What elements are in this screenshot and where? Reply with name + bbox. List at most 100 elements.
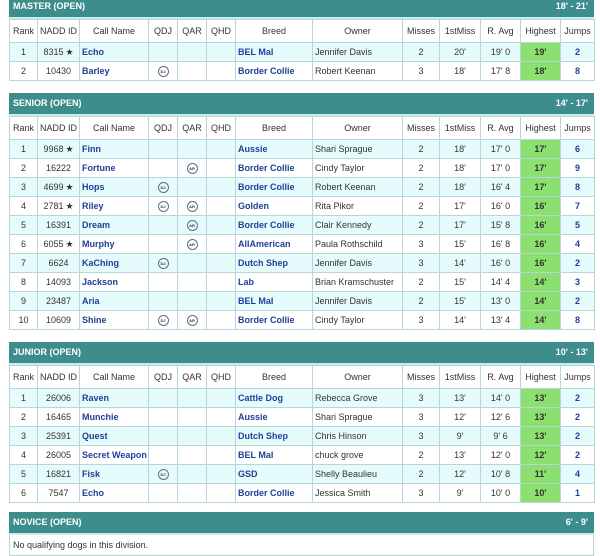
call-name-link[interactable]: Barley	[82, 66, 110, 76]
call-name-link[interactable]: Munchie	[82, 412, 119, 422]
section-range: 6' - 9'	[565, 517, 588, 527]
cell-id: 10430	[37, 61, 80, 81]
cell-qar: AR	[177, 158, 207, 178]
table-row: 9 23487 Aria BEL Mal Jennifer Davis 2 15' 13' 0…	[9, 291, 595, 311]
call-name-link[interactable]: Murphy	[82, 239, 115, 249]
qdj-badge-icon: DJ	[157, 200, 169, 212]
table-body: 1 8315 ★ Echo BEL Mal Jennifer Davis 2 20' 19' 0…	[9, 42, 595, 81]
cell-avg: 15' 8	[480, 215, 521, 235]
cell-id: 16391	[37, 215, 80, 235]
nadd-id: 4699	[43, 181, 64, 192]
cell-name: Riley	[79, 196, 149, 216]
cell-qar: AR	[177, 234, 207, 254]
cell-qar	[177, 483, 207, 503]
cell-name: Quest	[79, 426, 149, 446]
call-name-link[interactable]: KaChing	[82, 258, 119, 268]
cell-qar	[177, 177, 207, 197]
call-name-link[interactable]: Dream	[82, 220, 110, 230]
cell-avg: 16' 0	[480, 196, 521, 216]
column-header: 1stMiss	[439, 19, 481, 43]
call-name-link[interactable]: Shine	[82, 315, 107, 325]
call-name-link[interactable]: Secret Weapon	[82, 450, 147, 460]
cell-jumps: 5	[560, 215, 595, 235]
column-header: Highest	[520, 19, 561, 43]
header-row: Rank NADD ID Call Name QDJ QAR QHD Breed Owner M…	[9, 365, 595, 389]
table-row: 3 4699 ★ Hops DJ Border Collie Robert Keenan 2 1…	[9, 177, 595, 197]
cell-qhd	[206, 253, 236, 273]
call-name-link[interactable]: Fortune	[82, 163, 116, 173]
cell-first: 20'	[439, 42, 481, 62]
cell-qar: AR	[177, 196, 207, 216]
cell-high: 16'	[520, 196, 561, 216]
cell-misses: 2	[402, 464, 440, 484]
cell-jumps: 4	[560, 234, 595, 254]
cell-avg: 16' 0	[480, 253, 521, 273]
cell-misses: 3	[402, 310, 440, 330]
column-header: Owner	[312, 19, 403, 43]
column-header: NADD ID	[37, 19, 80, 43]
cell-rank: 1	[9, 139, 38, 159]
section-range: 14' - 17'	[555, 98, 588, 108]
cell-qhd	[206, 196, 236, 216]
column-header: QDJ	[148, 365, 178, 389]
results-table: Rank NADD ID Call Name QDJ QAR QHD Breed Owner M…	[9, 365, 595, 503]
column-header: QAR	[177, 19, 207, 43]
column-header: Jumps	[560, 365, 595, 389]
nadd-id: 7547	[48, 488, 69, 498]
cell-first: 18'	[439, 139, 481, 159]
call-name-link[interactable]: Hops	[82, 182, 105, 192]
call-name-link[interactable]: Fisk	[82, 469, 100, 479]
cell-name: Murphy	[79, 234, 149, 254]
column-header: Jumps	[560, 19, 595, 43]
qdj-badge-icon: DJ	[157, 181, 169, 193]
cell-qhd	[206, 177, 236, 197]
table-header: Rank NADD ID Call Name QDJ QAR QHD Breed Owner M…	[9, 116, 595, 140]
table-row: 1 26006 Raven Cattle Dog Rebecca Grove 3 13' 14…	[9, 388, 595, 408]
cell-qdj: DJ	[148, 464, 178, 484]
call-name-link[interactable]: Jackson	[82, 277, 118, 287]
column-header: Highest	[520, 365, 561, 389]
cell-misses: 3	[402, 407, 440, 427]
table-row: 4 2781 ★ Riley DJ AR Golden Rita Pikor 2 17' 16' 0…	[9, 196, 595, 216]
cell-id: 26006	[37, 388, 80, 408]
cell-rank: 3	[9, 177, 38, 197]
cell-rank: 2	[9, 407, 38, 427]
call-name-link[interactable]: Quest	[82, 431, 108, 441]
call-name-link[interactable]: Echo	[82, 488, 104, 498]
call-name-link[interactable]: Aria	[82, 296, 100, 306]
cell-id: 26005	[37, 445, 80, 465]
cell-name: Echo	[79, 42, 149, 62]
call-name-link[interactable]: Echo	[82, 47, 104, 57]
cell-name: Jackson	[79, 272, 149, 292]
qdj-badge-icon: DJ	[157, 257, 169, 269]
cell-qhd	[206, 61, 236, 81]
nadd-id: 6055	[43, 238, 64, 249]
call-name-link[interactable]: Finn	[82, 144, 101, 154]
qar-badge-icon: AR	[186, 238, 198, 250]
cell-high: 13'	[520, 407, 561, 427]
cell-misses: 2	[402, 158, 440, 178]
cell-high: 13'	[520, 426, 561, 446]
cell-qar	[177, 464, 207, 484]
nadd-id: 10430	[45, 66, 72, 76]
nadd-id: 6624	[48, 258, 69, 268]
cell-qdj	[148, 215, 178, 235]
call-name-link[interactable]: Riley	[82, 201, 104, 211]
cell-high: 11'	[520, 464, 561, 484]
cell-avg: 19' 0	[480, 42, 521, 62]
cell-first: 15'	[439, 291, 481, 311]
results-table: Rank NADD ID Call Name QDJ QAR QHD Breed Owner M…	[9, 19, 595, 81]
star-icon: ★	[65, 200, 74, 211]
table-row: 5 16821 Fisk DJ GSD Shelly Beaulieu 2 12' 10' 81…	[9, 464, 595, 484]
cell-breed: Dutch Shep	[235, 426, 313, 446]
call-name-link[interactable]: Raven	[82, 393, 109, 403]
cell-owner: Cindy Taylor	[312, 310, 403, 330]
column-header: Misses	[402, 116, 440, 140]
qar-badge-icon: AR	[186, 219, 198, 231]
cell-name: Fisk	[79, 464, 149, 484]
star-icon: ★	[65, 238, 74, 249]
star-icon: ★	[65, 46, 74, 57]
cell-avg: 17' 0	[480, 158, 521, 178]
cell-first: 12'	[439, 464, 481, 484]
cell-name: Fortune	[79, 158, 149, 178]
